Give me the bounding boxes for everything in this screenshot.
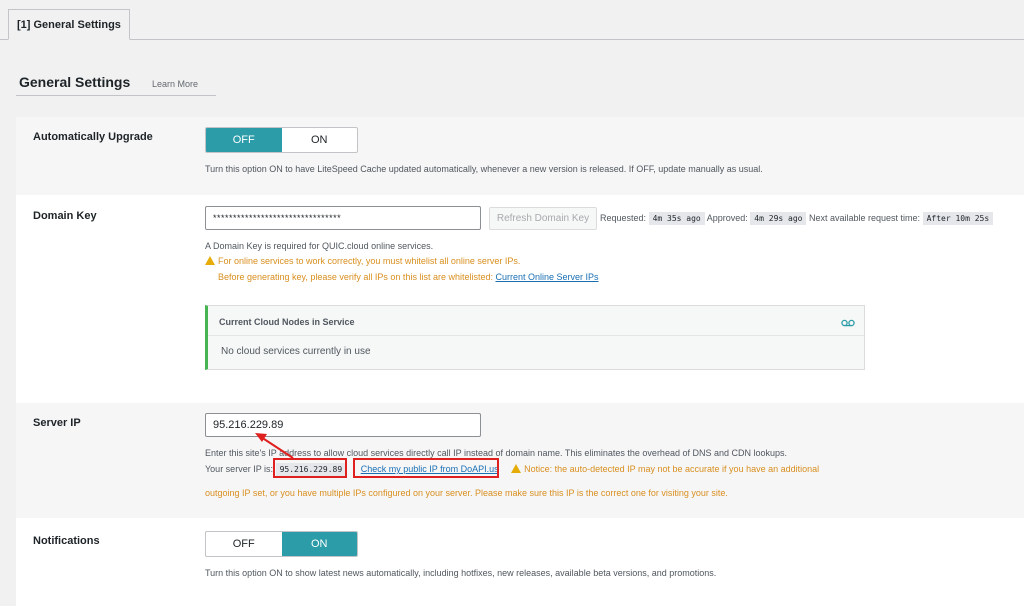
current-online-server-ips-link[interactable]: Current Online Server IPs <box>496 272 599 282</box>
cloud-nodes-empty-text: No cloud services currently in use <box>221 346 371 357</box>
refresh-domain-key-button[interactable]: Refresh Domain Key <box>489 207 597 230</box>
requested-label: Requested: <box>600 213 647 223</box>
refresh-cloud-icon[interactable] <box>841 316 855 330</box>
tab-bar: [1] General Settings <box>0 0 1024 40</box>
server-ip-row: Server IP 95.216.229.89 Enter this site'… <box>16 403 1024 518</box>
next-request-label: Next available request time: <box>808 213 921 223</box>
domain-key-warning-text: For online services to work correctly, y… <box>218 256 521 266</box>
domain-key-description: A Domain Key is required for QUIC.cloud … <box>205 241 434 251</box>
server-ip-label: Server IP <box>33 417 81 429</box>
ip-notice-text: Notice: the auto-detected IP may not be … <box>524 464 820 474</box>
notifications-on-option[interactable]: ON <box>281 532 357 556</box>
notifications-row: Notifications OFF ON Turn this option ON… <box>16 518 1024 606</box>
ip-notice-continued: outgoing IP set, or you have multiple IP… <box>205 488 728 498</box>
ip-notice: Notice: the auto-detected IP may not be … <box>511 464 819 474</box>
page-title: General Settings <box>19 74 131 90</box>
requested-timer: Requested: 4m 35s ago Approved: 4m 29s a… <box>600 212 994 225</box>
approved-value: 4m 29s ago <box>750 212 807 225</box>
server-ip-input[interactable]: 95.216.229.89 <box>205 413 481 437</box>
auto-upgrade-on-option[interactable]: ON <box>282 128 358 152</box>
cloud-nodes-panel: Current Cloud Nodes in Service No cloud … <box>205 305 865 370</box>
warning-icon <box>205 256 215 265</box>
domain-key-input[interactable]: ******************************** <box>205 206 481 230</box>
requested-value: 4m 35s ago <box>648 212 705 225</box>
cloud-nodes-title: Current Cloud Nodes in Service <box>219 317 355 327</box>
tab-general-settings[interactable]: [1] General Settings <box>8 9 130 40</box>
auto-upgrade-off-option[interactable]: OFF <box>206 128 282 152</box>
domain-key-row: Domain Key *****************************… <box>16 195 1024 403</box>
next-request-value: After 10m 25s <box>922 212 994 225</box>
check-ip-link-highlight <box>353 458 499 478</box>
auto-upgrade-row: Automatically Upgrade OFF ON Turn this o… <box>16 117 1024 195</box>
notifications-label: Notifications <box>33 535 100 547</box>
domain-key-warning: For online services to work correctly, y… <box>205 256 520 266</box>
server-ip-description: Enter this site's IP address to allow cl… <box>205 448 788 458</box>
cloud-nodes-header: Current Cloud Nodes in Service <box>208 306 864 336</box>
notifications-description: Turn this option ON to show latest news … <box>205 568 717 578</box>
auto-upgrade-toggle: OFF ON <box>205 127 358 153</box>
detected-ip-highlight <box>273 458 347 478</box>
notice-warning-icon <box>511 464 522 473</box>
auto-upgrade-description: Turn this option ON to have LiteSpeed Ca… <box>205 164 763 174</box>
notifications-toggle: OFF ON <box>205 531 358 557</box>
domain-key-whitelist-note: Before generating key, please verify all… <box>218 272 599 282</box>
approved-label: Approved: <box>706 213 748 223</box>
notifications-off-option[interactable]: OFF <box>206 532 282 556</box>
auto-upgrade-label: Automatically Upgrade <box>33 131 153 143</box>
learn-more-link[interactable]: Learn More <box>152 79 198 89</box>
your-server-ip-label: Your server IP is: <box>205 464 274 474</box>
title-underline <box>16 95 216 96</box>
whitelist-note-text: Before generating key, please verify all… <box>218 272 493 282</box>
domain-key-label: Domain Key <box>33 210 97 222</box>
